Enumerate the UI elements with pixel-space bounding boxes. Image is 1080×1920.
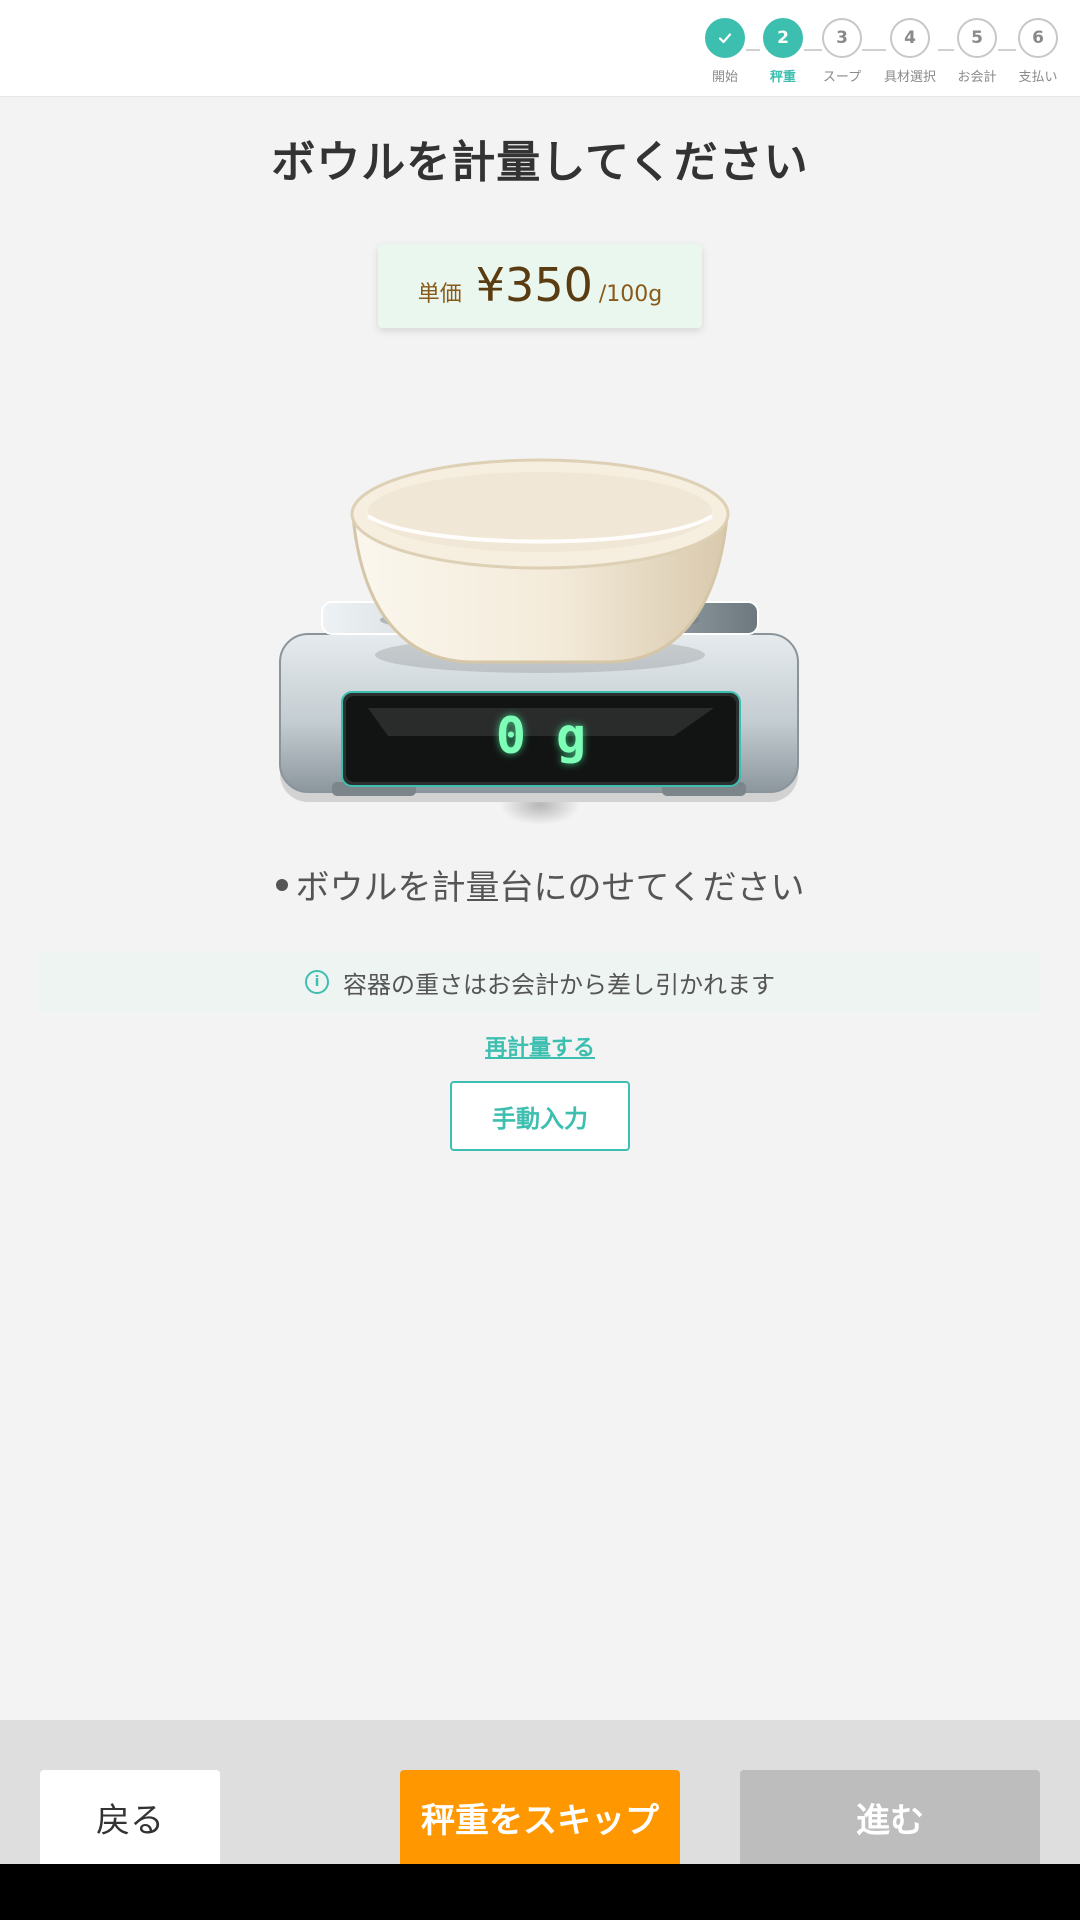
skip-weighing-button[interactable]: 秤重をスキップ <box>400 1770 680 1864</box>
notice-text: 容器の重さはお会計から差し引かれます <box>343 970 775 999</box>
scale-with-bowl-icon <box>279 458 799 825</box>
bullet-dot-icon <box>275 878 288 891</box>
step-number: 6 <box>1018 18 1058 58</box>
manual-input-button[interactable]: 手動入力 <box>450 1081 630 1151</box>
step-label: 具材選択 <box>883 70 936 85</box>
unit-price-value: ¥350 <box>475 258 593 312</box>
step-label: 支払い <box>1018 70 1058 85</box>
step-number: 3 <box>822 18 862 58</box>
back-button[interactable]: 戻る <box>40 1770 220 1864</box>
unit-price-card: 単価 ¥350 /100g <box>378 244 702 328</box>
unit-price-per: /100g <box>598 282 663 307</box>
next-button[interactable]: 進む <box>740 1770 1040 1864</box>
reweigh-link[interactable]: 再計量する <box>440 1030 640 1062</box>
step-label: 秤重 <box>769 70 796 85</box>
info-icon: i <box>305 970 329 994</box>
instruction-text: ボウルを計量台にのせてください <box>0 860 1080 909</box>
unit-price-label: 単価 <box>417 282 462 307</box>
system-bottom-bar <box>0 1864 1080 1920</box>
checkmark-icon <box>705 18 745 58</box>
step-label: お会計 <box>957 70 997 85</box>
step-number: 4 <box>890 18 930 58</box>
step-number: 5 <box>957 18 997 58</box>
step-number: 2 <box>763 18 803 58</box>
top-bar: 開始 2 秤重 3 スープ 4 具材選択 5 お会計 6 支払い <box>0 0 1080 97</box>
step-label: 開始 <box>711 70 738 85</box>
footer-bar: 戻る 秤重をスキップ 進む <box>0 1720 1080 1864</box>
weight-readout: 0 g <box>495 707 587 765</box>
page-title: ボウルを計量してください <box>271 137 809 188</box>
container-weight-notice: i 容器の重さはお会計から差し引かれます <box>40 952 1040 1012</box>
step-label: スープ <box>822 70 862 85</box>
step-payment: 6 支払い <box>998 18 1078 85</box>
instruction-label: ボウルを計量台にのせてください <box>295 868 805 908</box>
